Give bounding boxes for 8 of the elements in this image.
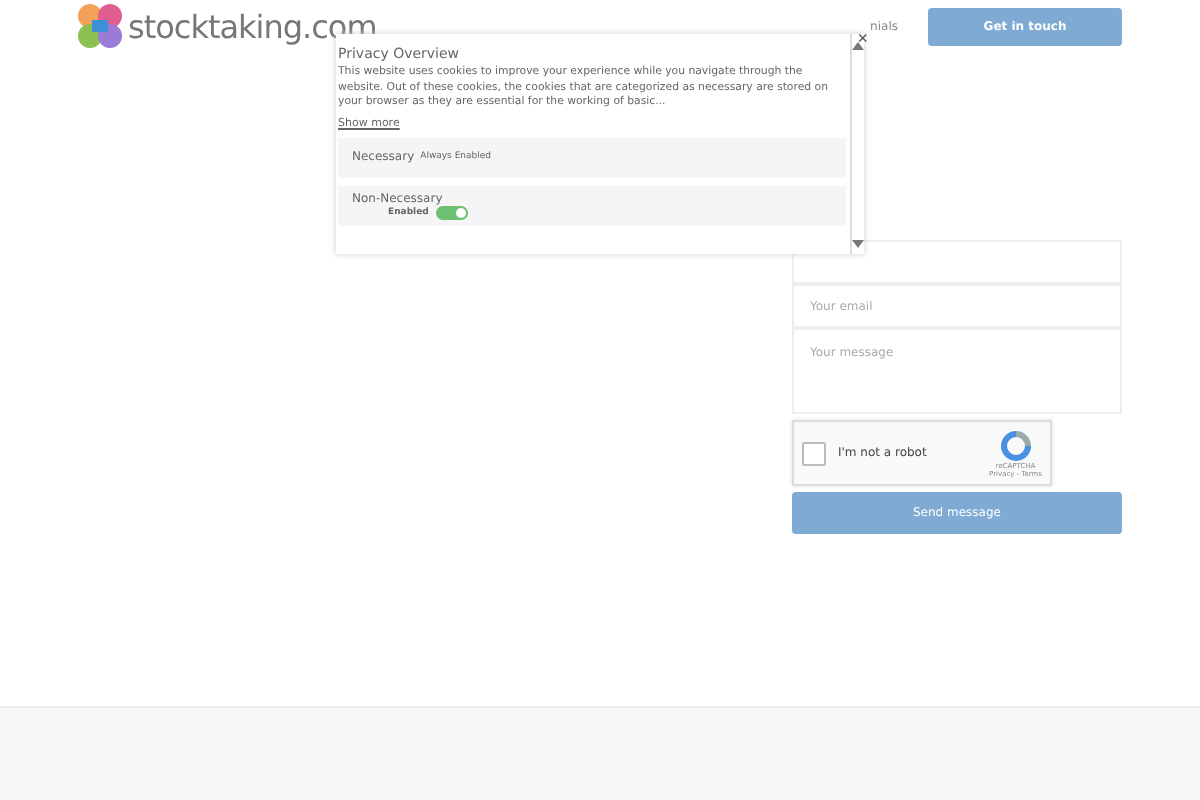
captcha-checkbox[interactable] [802, 441, 826, 465]
logo-text[interactable]: stocktaking.com [128, 7, 377, 45]
logo-icon [76, 4, 124, 48]
close-button[interactable]: × [857, 30, 868, 48]
toggle-switch[interactable] [436, 205, 469, 219]
recaptcha-icon [999, 429, 1032, 461]
scroll-up-icon[interactable] [852, 42, 864, 52]
scroll-down-icon[interactable] [852, 240, 864, 250]
